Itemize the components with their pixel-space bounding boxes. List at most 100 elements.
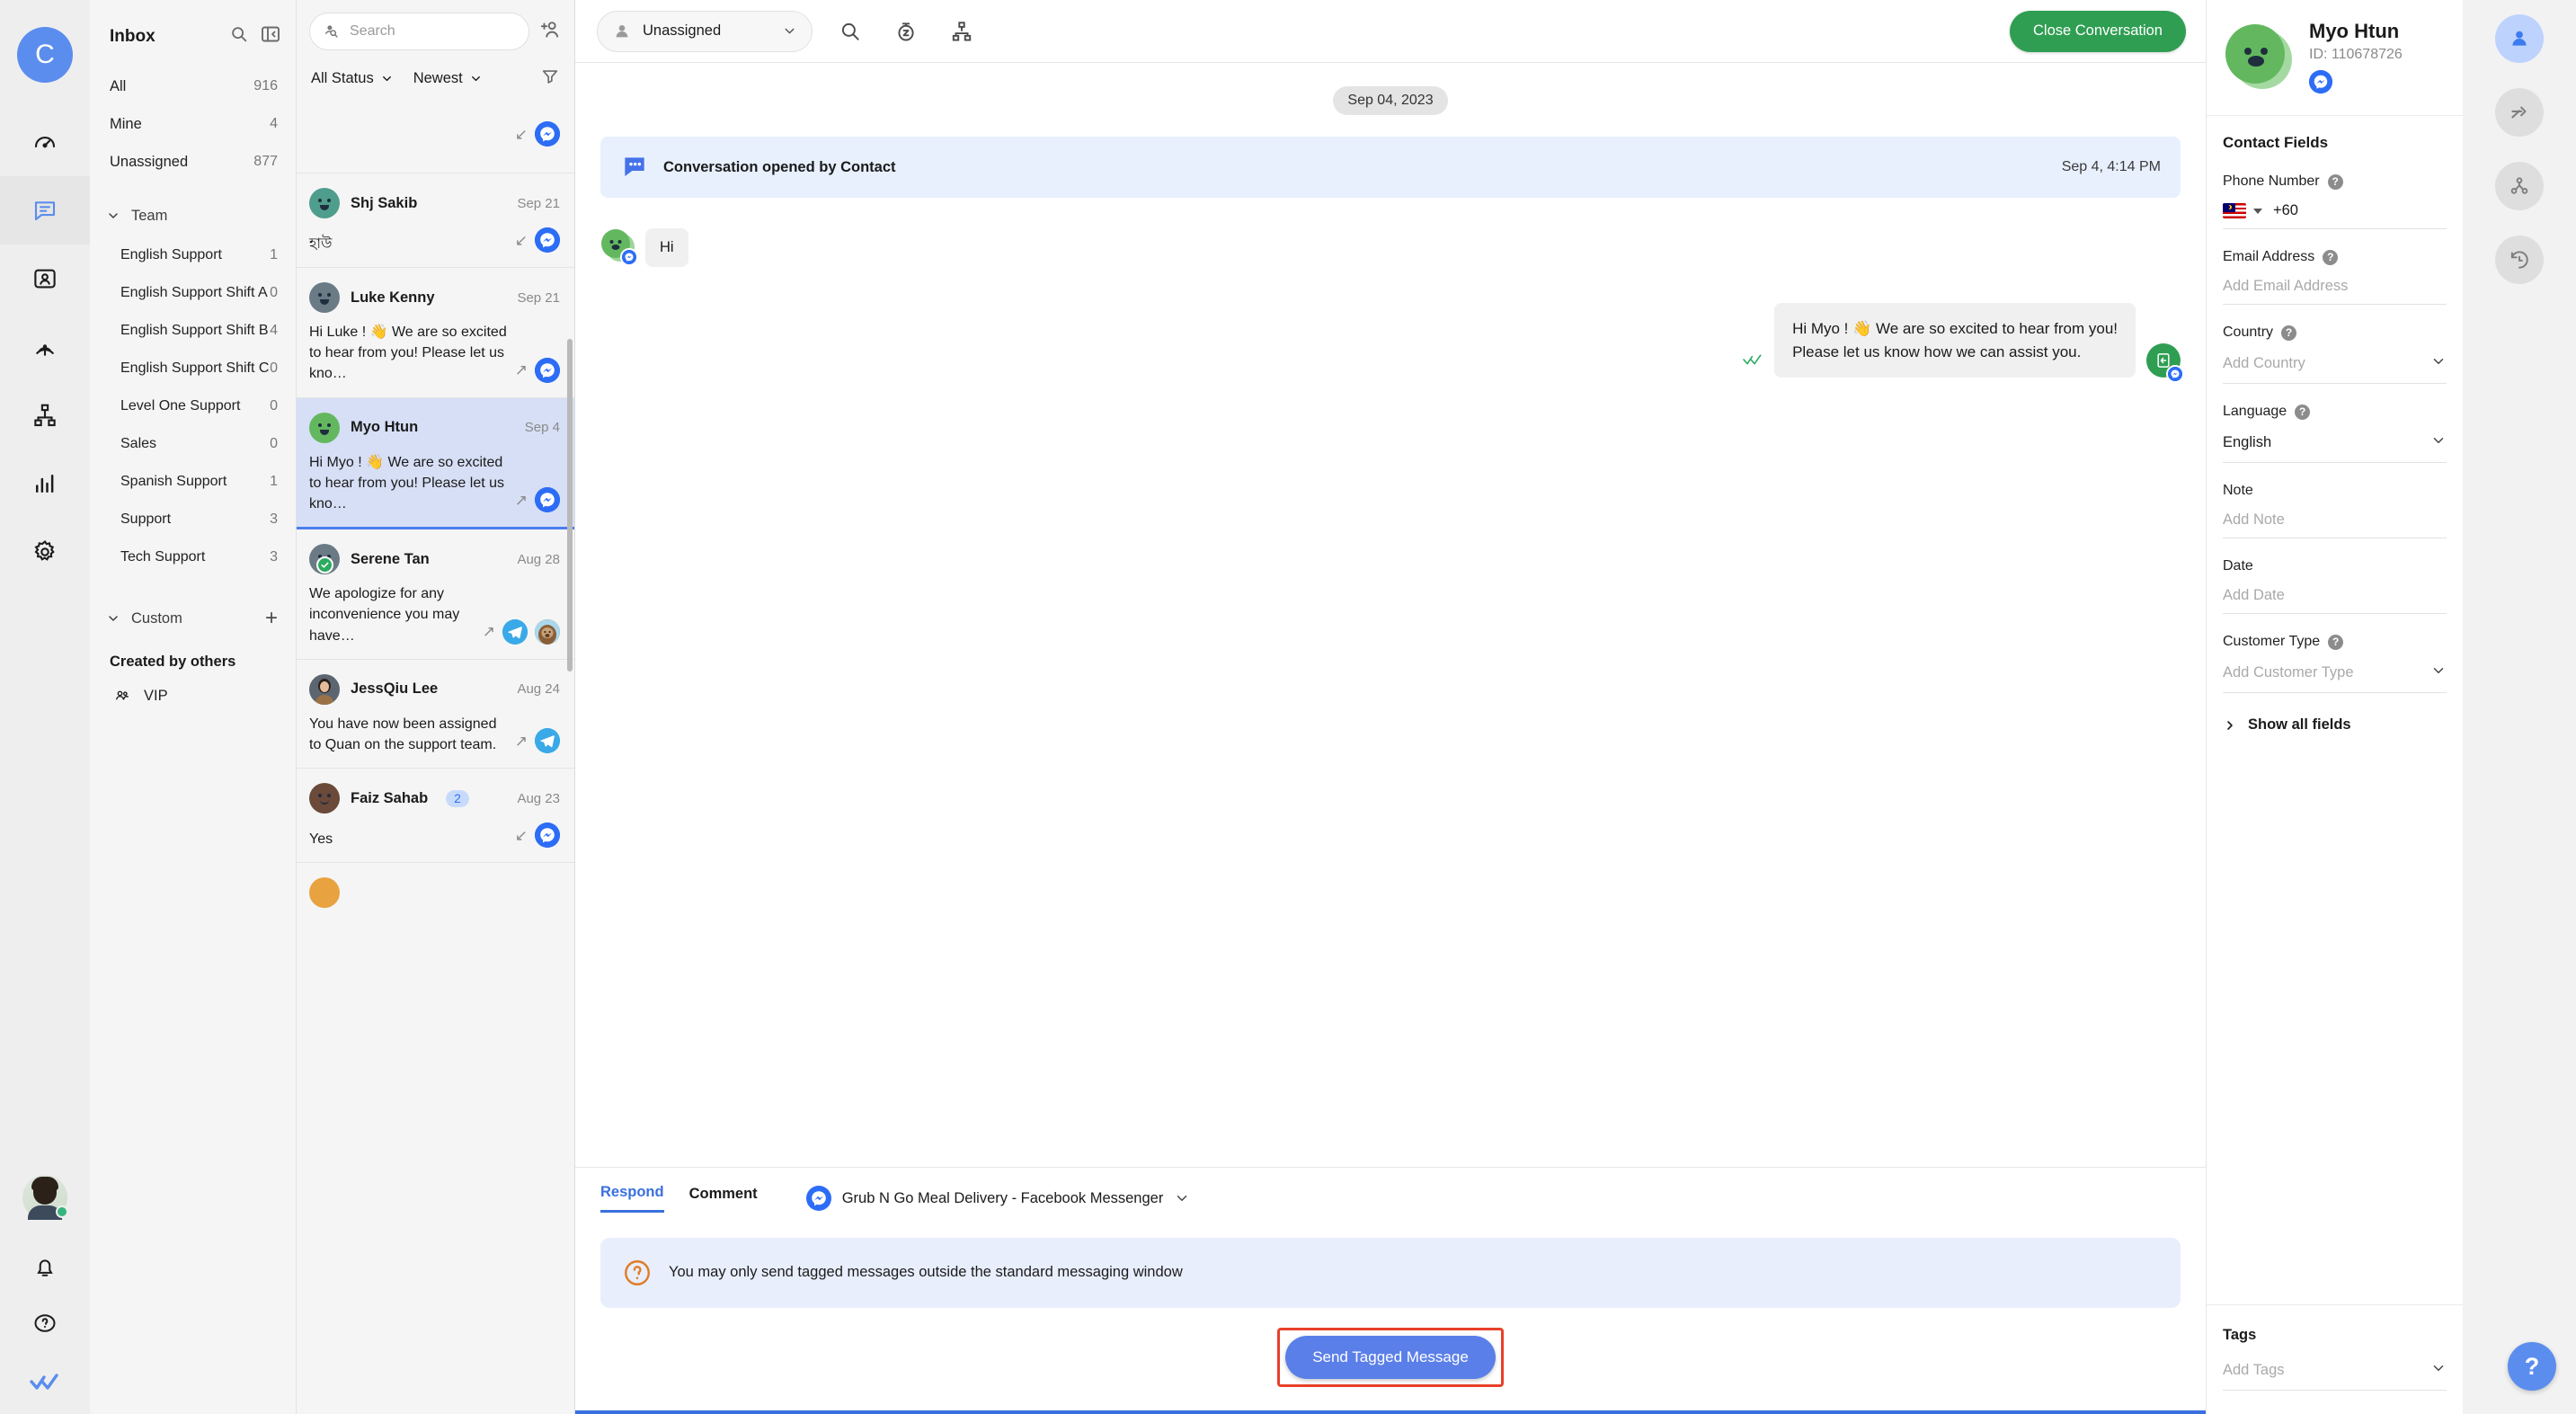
list-item[interactable]: Shj Sakib Sep 21 হাউ ↙ — [297, 173, 574, 268]
contact-header: Myo Htun ID: 110678726 — [2207, 0, 2463, 116]
country-select[interactable]: Add Country — [2223, 350, 2447, 384]
list-item[interactable]: JessQiu Lee Aug 24 You have now been ass… — [297, 660, 574, 769]
conversation-snippet: We apologize for any inconvenience you m… — [309, 586, 460, 644]
contact-details-panel: Myo Htun ID: 110678726 Contact Fields Ph… — [2206, 0, 2463, 1414]
status-filter-dropdown[interactable]: All Status — [311, 70, 394, 87]
online-status-dot — [56, 1205, 68, 1218]
search-icon[interactable] — [229, 24, 249, 49]
send-tagged-message-button[interactable]: Send Tagged Message — [1285, 1336, 1496, 1379]
workflow-icon[interactable] — [944, 13, 980, 49]
contact-details-icon[interactable] — [2495, 14, 2544, 63]
language-value: English — [2223, 434, 2272, 450]
custom-group-header[interactable]: Custom + — [90, 598, 296, 639]
sidebar-item-vip[interactable]: VIP — [90, 671, 296, 705]
settings-icon[interactable] — [0, 518, 90, 586]
sidebar-item-mine[interactable]: Mine 4 — [90, 105, 296, 143]
notifications-icon[interactable] — [0, 1240, 90, 1295]
tab-respond[interactable]: Respond — [600, 1184, 664, 1213]
sidebar-item-english-support-shift-c[interactable]: English Support Shift C 0 — [90, 350, 296, 387]
help-icon[interactable] — [0, 1295, 90, 1351]
sidebar-item-tech-support[interactable]: Tech Support 3 — [90, 538, 296, 576]
sidebar-item-level-one-support[interactable]: Level One Support 0 — [90, 387, 296, 425]
assignee-dropdown[interactable]: Unassigned — [597, 10, 813, 52]
phone-number-input[interactable]: +60 — [2223, 199, 2447, 229]
sidebar-item-support[interactable]: Support 3 — [90, 501, 296, 538]
forward-icon[interactable] — [2495, 88, 2544, 137]
reports-icon[interactable] — [0, 449, 90, 518]
sidebar-item-all[interactable]: All 916 — [90, 67, 296, 105]
list-item[interactable]: Faiz Sahab 2 Aug 23 Yes ↙ — [297, 769, 574, 864]
conversation-bubble-icon — [625, 157, 644, 176]
email-placeholder: Add Email Address — [2223, 278, 2349, 294]
search-input[interactable]: Search — [309, 13, 529, 50]
sidebar-item-label: English Support Shift C — [120, 360, 270, 376]
search-icon[interactable] — [832, 13, 868, 49]
chevron-down-icon — [109, 616, 118, 621]
chevron-down-icon[interactable] — [2253, 208, 2262, 214]
collapse-panel-icon[interactable] — [260, 23, 281, 49]
outgoing-arrow-icon: ↗ — [514, 732, 528, 750]
avatar — [309, 412, 340, 443]
help-icon[interactable]: ? — [2295, 404, 2311, 420]
contacts-icon[interactable] — [0, 245, 90, 313]
chevron-down-icon — [382, 76, 391, 82]
help-fab-button[interactable]: ? — [2508, 1342, 2556, 1391]
workspace-avatar[interactable]: C — [17, 27, 73, 83]
snooze-icon[interactable] — [888, 13, 924, 49]
respond-logo-icon[interactable] — [0, 1351, 90, 1414]
filter-icon[interactable] — [540, 67, 560, 91]
workflows-icon[interactable] — [0, 381, 90, 449]
chevron-down-icon[interactable] — [2430, 1360, 2447, 1381]
add-custom-inbox-button[interactable]: + — [265, 608, 278, 629]
list-item[interactable]: ↙ — [297, 121, 574, 173]
messenger-icon — [620, 248, 638, 266]
conversation-scroll-area[interactable]: ↙ Shj Sakib Sep 21 হাউ ↙ Luke Kenny Sep … — [297, 105, 574, 1414]
search-placeholder: Search — [350, 23, 395, 39]
sidebar-item-english-support-shift-a[interactable]: English Support Shift A 0 — [90, 274, 296, 312]
help-icon[interactable]: ? — [2328, 634, 2344, 650]
sidebar-item-count: 3 — [270, 511, 278, 527]
help-icon[interactable]: ? — [2323, 249, 2339, 265]
dashboard-icon[interactable] — [0, 108, 90, 176]
sidebar-item-count: 916 — [253, 78, 278, 93]
history-icon[interactable] — [2495, 236, 2544, 284]
sidebar-item-english-support-shift-b[interactable]: English Support Shift B 4 — [90, 312, 296, 350]
team-group-header[interactable]: Team — [90, 195, 296, 236]
sort-filter-label: Newest — [413, 70, 463, 86]
sidebar-item-unassigned[interactable]: Unassigned 877 — [90, 143, 296, 181]
sidebar-item-count: 877 — [253, 154, 278, 169]
broadcast-icon[interactable] — [0, 313, 90, 381]
chevron-down-icon[interactable] — [2430, 663, 2447, 683]
show-all-fields-toggle[interactable]: Show all fields — [2223, 716, 2447, 734]
language-select[interactable]: English — [2223, 429, 2447, 463]
chevron-down-icon[interactable] — [2430, 353, 2447, 374]
help-icon[interactable]: ? — [2281, 325, 2297, 341]
list-item-selected[interactable]: Myo Htun Sep 4 Hi Myo ! 👋 We are so exci… — [297, 397, 574, 530]
user-photo[interactable] — [22, 1175, 68, 1220]
channel-selector[interactable]: Grub N Go Meal Delivery - Facebook Messe… — [805, 1186, 2181, 1211]
inbox-icon[interactable] — [0, 176, 90, 245]
note-field[interactable]: Add Note — [2223, 508, 2447, 538]
date-field[interactable]: Add Date — [2223, 583, 2447, 614]
conversation-list-scrollbar[interactable] — [567, 339, 573, 671]
sidebar-item-english-support[interactable]: English Support 1 — [90, 236, 296, 274]
close-conversation-button[interactable]: Close Conversation — [2010, 10, 2186, 52]
tags-select[interactable]: Add Tags — [2223, 1356, 2447, 1391]
field-date: Date Add Date — [2223, 558, 2447, 614]
help-icon[interactable]: ? — [2327, 173, 2343, 190]
telegram-icon — [535, 728, 560, 754]
chevron-down-icon[interactable] — [2430, 432, 2447, 453]
email-field[interactable]: Add Email Address — [2223, 274, 2447, 305]
sidebar-item-spanish-support[interactable]: Spanish Support 1 — [90, 463, 296, 501]
list-item[interactable]: Serene Tan Aug 28 We apologize for any i… — [297, 529, 574, 660]
sidebar-item-sales[interactable]: Sales 0 — [90, 425, 296, 463]
integrations-icon[interactable] — [2495, 162, 2544, 210]
sidebar-item-label: Unassigned — [110, 153, 189, 170]
add-contact-icon[interactable] — [538, 18, 562, 46]
sort-filter-dropdown[interactable]: Newest — [413, 70, 483, 87]
customer-type-select[interactable]: Add Customer Type — [2223, 659, 2447, 693]
list-item[interactable]: Luke Kenny Sep 21 Hi Luke ! 👋 We are so … — [297, 268, 574, 398]
list-item[interactable] — [297, 863, 574, 920]
conversation-name: Faiz Sahab — [351, 789, 429, 806]
tab-comment[interactable]: Comment — [689, 1186, 758, 1212]
